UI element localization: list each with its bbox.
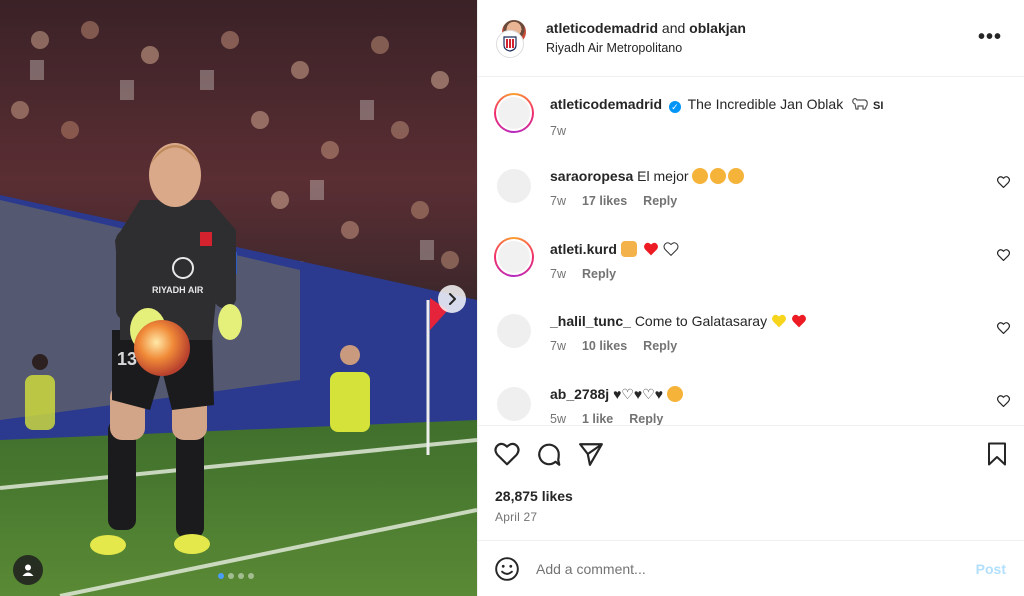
tagged-users-button[interactable] <box>13 555 43 585</box>
like-comment-heart-icon[interactable] <box>997 176 1010 188</box>
coauthor-avatars[interactable] <box>494 18 534 58</box>
club-crest-icon <box>503 36 517 52</box>
post-comment-button[interactable]: Post <box>976 561 1006 577</box>
instagram-post-modal: RIYADH AIR 13 atleticodemadrid and oblak… <box>0 0 1024 596</box>
avatar[interactable] <box>494 93 534 133</box>
comment-text: Come to Galatasaray <box>634 313 768 329</box>
white-heart-emoji-icon <box>663 242 679 257</box>
carousel-dot <box>238 573 244 579</box>
emoji-picker-icon[interactable] <box>494 556 520 582</box>
carousel-indicator <box>218 573 254 579</box>
location-link[interactable]: Riyadh Air Metropolitano <box>546 39 746 57</box>
post-side-panel: atleticodemadrid and oblakjan Riyadh Air… <box>477 0 1024 596</box>
verified-badge-icon: ✓ <box>668 101 681 113</box>
comment-time[interactable]: 7w <box>550 267 566 281</box>
comment-username[interactable]: saraoropesa <box>550 168 633 184</box>
clapping-hands-emoji-icon <box>620 241 637 257</box>
goat-emoji-icon <box>852 97 868 110</box>
svg-text:13: 13 <box>117 349 137 369</box>
post-header: atleticodemadrid and oblakjan Riyadh Air… <box>478 0 1024 77</box>
comments-list[interactable]: atleticodemadrid ✓ The Incredible Jan Ob… <box>478 77 1024 425</box>
likes-count[interactable]: 28,875 likes <box>495 488 573 504</box>
sunglasses-emoji-icon <box>667 386 683 402</box>
bookmark-save-icon[interactable] <box>986 442 1008 466</box>
ellipsis-icon: ••• <box>977 26 1002 48</box>
avatar[interactable] <box>494 237 534 277</box>
like-comment-heart-icon[interactable] <box>997 395 1010 407</box>
comment-likes[interactable]: 1 like <box>582 412 613 425</box>
caption-text: The Incredible Jan Oblak <box>687 96 844 112</box>
avatar[interactable] <box>497 387 531 421</box>
post-actions: 28,875 likes April 27 <box>478 425 1024 539</box>
hearts-emoji-row: ♥♡♥♡♥ <box>613 386 664 402</box>
like-comment-heart-icon[interactable] <box>997 249 1010 261</box>
coauthor-link[interactable]: oblakjan <box>689 20 746 36</box>
avatar[interactable] <box>497 169 531 203</box>
avatar <box>496 30 524 58</box>
comment-time[interactable]: 7w <box>550 194 566 208</box>
post-photo[interactable]: RIYADH AIR 13 <box>0 0 477 596</box>
reply-button[interactable]: Reply <box>643 339 677 353</box>
comment-item: saraoropesa El mejor 7w 17 likes Reply <box>494 166 1024 208</box>
yellow-heart-emoji-icon <box>772 314 786 328</box>
comment-username[interactable]: atleti.kurd <box>550 241 617 257</box>
red-heart-emoji-icon <box>791 314 806 328</box>
post-date[interactable]: April 27 <box>495 510 537 524</box>
reply-button[interactable]: Reply <box>643 194 677 208</box>
comment-username[interactable]: _halil_tunc_ <box>550 313 631 329</box>
avatar[interactable] <box>497 314 531 348</box>
smiling-hearts-emoji-icon <box>692 168 709 184</box>
like-heart-icon[interactable] <box>494 442 520 466</box>
share-send-icon[interactable] <box>578 442 604 466</box>
comment-item: ab_2788j ♥♡♥♡♥ 5w 1 like Reply <box>494 384 1024 425</box>
carousel-next-button[interactable] <box>438 285 466 313</box>
like-comment-heart-icon[interactable] <box>997 322 1010 334</box>
chevron-right-icon <box>449 293 456 305</box>
smiling-hearts-emoji-icon <box>728 168 745 184</box>
comment-item: atleti.kurd 7w Reply <box>494 237 1024 281</box>
red-heart-emoji-icon <box>643 242 658 256</box>
smiling-hearts-emoji-icon <box>710 168 727 184</box>
comment-time[interactable]: 7w <box>550 339 566 353</box>
goalkeeper-photo: RIYADH AIR 13 <box>0 0 477 596</box>
carousel-dot <box>248 573 254 579</box>
reply-button[interactable]: Reply <box>629 412 663 425</box>
add-comment-bar: Post <box>478 540 1024 596</box>
comment-input[interactable] <box>536 560 936 577</box>
more-options-button[interactable]: ••• <box>978 26 1002 49</box>
comment-username[interactable]: atleticodemadrid <box>550 96 662 112</box>
comment-username[interactable]: ab_2788j <box>550 386 609 402</box>
author-joiner: and <box>661 20 686 36</box>
comment-likes[interactable]: 17 likes <box>582 194 627 208</box>
comment-item: _halil_tunc_ Come to Galatasaray 7w 10 l… <box>494 311 1024 353</box>
comment-text: El mejor <box>637 168 689 184</box>
caption-item: atleticodemadrid ✓ The Incredible Jan Ob… <box>494 93 1024 138</box>
comment-time[interactable]: 5w <box>550 412 566 425</box>
caption-suffix: SI <box>872 100 884 112</box>
author-link[interactable]: atleticodemadrid <box>546 20 658 36</box>
comment-bubble-icon[interactable] <box>536 442 562 468</box>
carousel-dot <box>218 573 224 579</box>
reply-button[interactable]: Reply <box>582 267 616 281</box>
svg-text:RIYADH AIR: RIYADH AIR <box>152 285 204 295</box>
post-authors: atleticodemadrid and oblakjan <box>546 19 746 37</box>
user-icon <box>22 564 34 576</box>
comment-time[interactable]: 7w <box>550 124 566 138</box>
carousel-dot <box>228 573 234 579</box>
comment-likes[interactable]: 10 likes <box>582 339 627 353</box>
